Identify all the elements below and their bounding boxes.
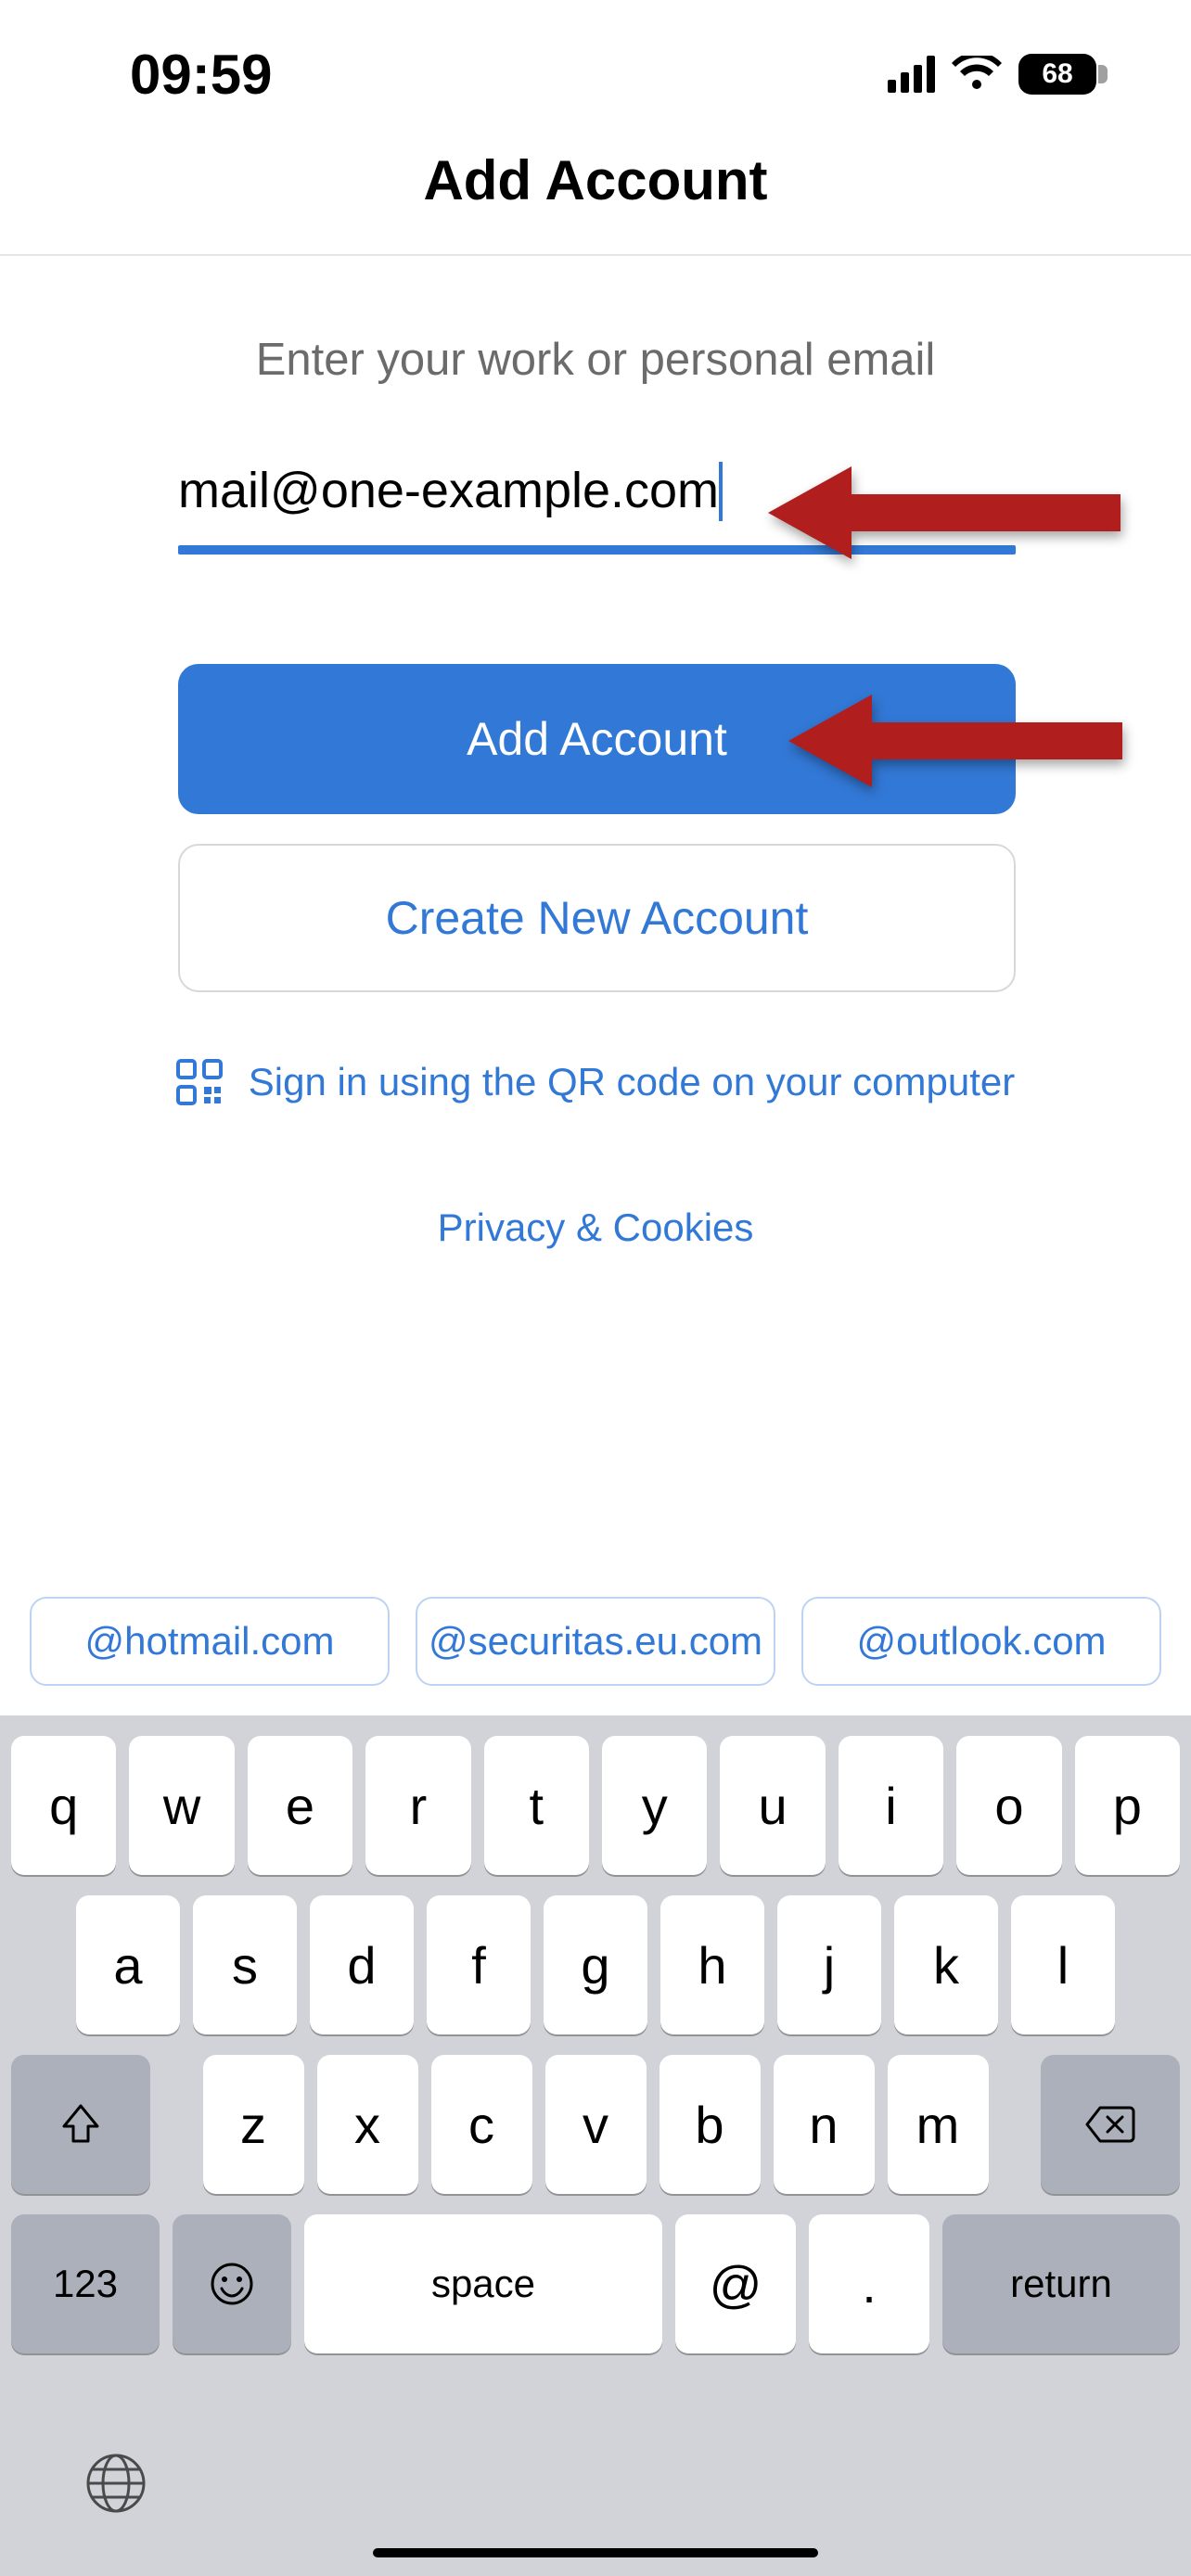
suggestion-chip-hotmail[interactable]: @hotmail.com <box>30 1597 390 1686</box>
key-w[interactable]: w <box>129 1736 234 1875</box>
return-key[interactable]: return <box>942 2214 1180 2353</box>
key-v[interactable]: v <box>545 2055 647 2194</box>
emoji-icon <box>209 2261 255 2307</box>
globe-icon <box>83 2451 148 2516</box>
keyboard-row-3: z x c v b n m <box>0 2055 1191 2194</box>
emoji-key[interactable] <box>173 2214 291 2353</box>
shift-key[interactable] <box>11 2055 150 2194</box>
key-i[interactable]: i <box>839 1736 943 1875</box>
key-b[interactable]: b <box>660 2055 761 2194</box>
space-key[interactable]: space <box>304 2214 662 2353</box>
privacy-cookies-link[interactable]: Privacy & Cookies <box>0 1205 1191 1250</box>
key-f[interactable]: f <box>427 1895 531 2034</box>
qr-signin-label: Sign in using the QR code on your comput… <box>249 1060 1015 1104</box>
home-indicator[interactable] <box>373 2548 818 2557</box>
key-l[interactable]: l <box>1011 1895 1115 2034</box>
globe-key[interactable] <box>83 2451 148 2520</box>
backspace-key[interactable] <box>1041 2055 1180 2194</box>
key-e[interactable]: e <box>248 1736 352 1875</box>
key-p[interactable]: p <box>1075 1736 1180 1875</box>
key-q[interactable]: q <box>11 1736 116 1875</box>
key-m[interactable]: m <box>888 2055 989 2194</box>
key-d[interactable]: d <box>310 1895 414 2034</box>
mode-key[interactable]: 123 <box>11 2214 160 2353</box>
key-u[interactable]: u <box>720 1736 825 1875</box>
status-bar: 09:59 68 <box>0 0 1191 148</box>
at-key[interactable]: @ <box>675 2214 796 2353</box>
dot-key[interactable]: . <box>809 2214 929 2353</box>
suggestion-chip-securitas[interactable]: @securitas.eu.com <box>416 1597 775 1686</box>
status-indicators: 68 <box>888 54 1108 95</box>
key-h[interactable]: h <box>660 1895 764 2034</box>
key-z[interactable]: z <box>203 2055 304 2194</box>
annotation-arrow-email <box>768 462 1121 564</box>
key-k[interactable]: k <box>894 1895 998 2034</box>
keyboard-row-2: a s d f g h j k l <box>0 1895 1191 2034</box>
key-a[interactable]: a <box>76 1895 180 2034</box>
keyboard: q w e r t y u i o p a s d f g h j k l <box>0 1715 1191 2576</box>
wifi-icon <box>952 56 1002 93</box>
key-r[interactable]: r <box>365 1736 470 1875</box>
key-s[interactable]: s <box>193 1895 297 2034</box>
key-t[interactable]: t <box>484 1736 589 1875</box>
key-o[interactable]: o <box>956 1736 1061 1875</box>
keyboard-row-4: 123 space @ . return <box>0 2214 1191 2353</box>
signal-icon <box>888 56 935 93</box>
email-suggestions: @hotmail.com @securitas.eu.com @outlook.… <box>0 1597 1191 1686</box>
backspace-icon <box>1083 2104 1137 2145</box>
status-time: 09:59 <box>130 43 272 107</box>
key-c[interactable]: c <box>431 2055 532 2194</box>
keyboard-row-1: q w e r t y u i o p <box>0 1736 1191 1875</box>
suggestion-chip-outlook[interactable]: @outlook.com <box>801 1597 1161 1686</box>
instruction-text: Enter your work or personal email <box>0 334 1191 386</box>
qrcode-icon <box>176 1059 223 1105</box>
qr-signin-link[interactable]: Sign in using the QR code on your comput… <box>0 1059 1191 1105</box>
text-caret <box>719 462 723 521</box>
battery-percent: 68 <box>1018 54 1096 95</box>
shift-icon <box>58 2102 103 2147</box>
key-y[interactable]: y <box>602 1736 707 1875</box>
page-title: Add Account <box>0 148 1191 212</box>
key-j[interactable]: j <box>777 1895 881 2034</box>
key-x[interactable]: x <box>317 2055 418 2194</box>
create-new-account-button[interactable]: Create New Account <box>178 844 1016 992</box>
battery-icon: 68 <box>1018 54 1108 95</box>
key-n[interactable]: n <box>774 2055 875 2194</box>
key-g[interactable]: g <box>544 1895 647 2034</box>
header-divider <box>0 254 1191 256</box>
annotation-arrow-button <box>788 690 1122 792</box>
